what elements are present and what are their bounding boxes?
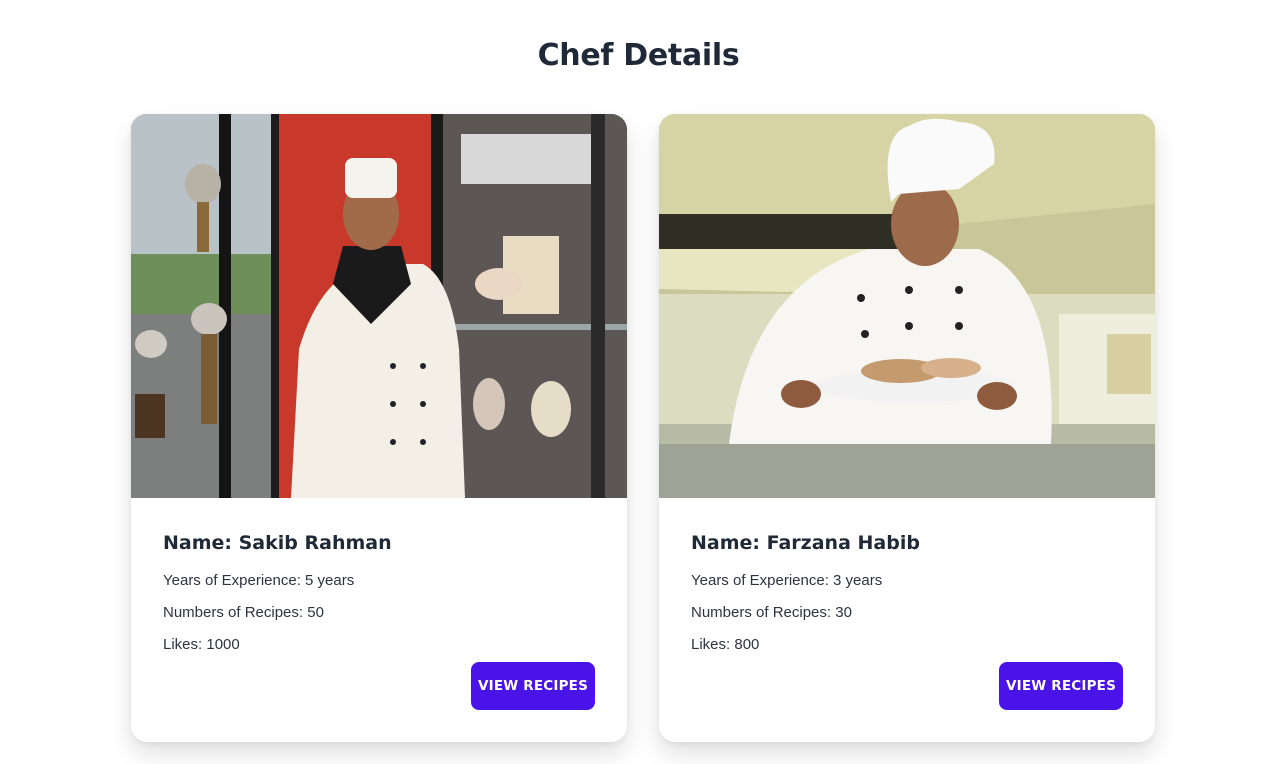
chef-experience: Years of Experience: 3 years <box>691 572 883 589</box>
chef-recipes-count: Numbers of Recipes: 50 <box>163 604 324 621</box>
chef-cards: Name: Sakib Rahman Years of Experience: … <box>131 114 1155 742</box>
chef-name: Name: Farzana Habib <box>691 532 1123 554</box>
chef-likes: Likes: 800 <box>691 636 760 653</box>
chef-photo <box>659 114 1155 498</box>
chef-photo <box>131 114 627 498</box>
chef-info: Name: Farzana Habib Years of Experience:… <box>659 498 1155 742</box>
chef-name-value: Sakib Rahman <box>238 532 392 554</box>
chef-experience: Years of Experience: 5 years <box>163 572 355 589</box>
chef-card: Name: Sakib Rahman Years of Experience: … <box>131 114 627 742</box>
view-recipes-button[interactable]: VIEW RECIPES <box>471 662 595 710</box>
chef-name-value: Farzana Habib <box>766 532 920 554</box>
chef-name-label: Name: <box>163 532 239 554</box>
chef-name: Name: Sakib Rahman <box>163 532 595 554</box>
chef-card: Name: Farzana Habib Years of Experience:… <box>659 114 1155 742</box>
chef-name-label: Name: <box>691 532 767 554</box>
chef-info: Name: Sakib Rahman Years of Experience: … <box>131 498 627 742</box>
page-title: Chef Details <box>537 38 740 73</box>
chef-recipes-count: Numbers of Recipes: 30 <box>691 604 852 621</box>
view-recipes-button[interactable]: VIEW RECIPES <box>999 662 1123 710</box>
chef-likes: Likes: 1000 <box>163 636 240 653</box>
